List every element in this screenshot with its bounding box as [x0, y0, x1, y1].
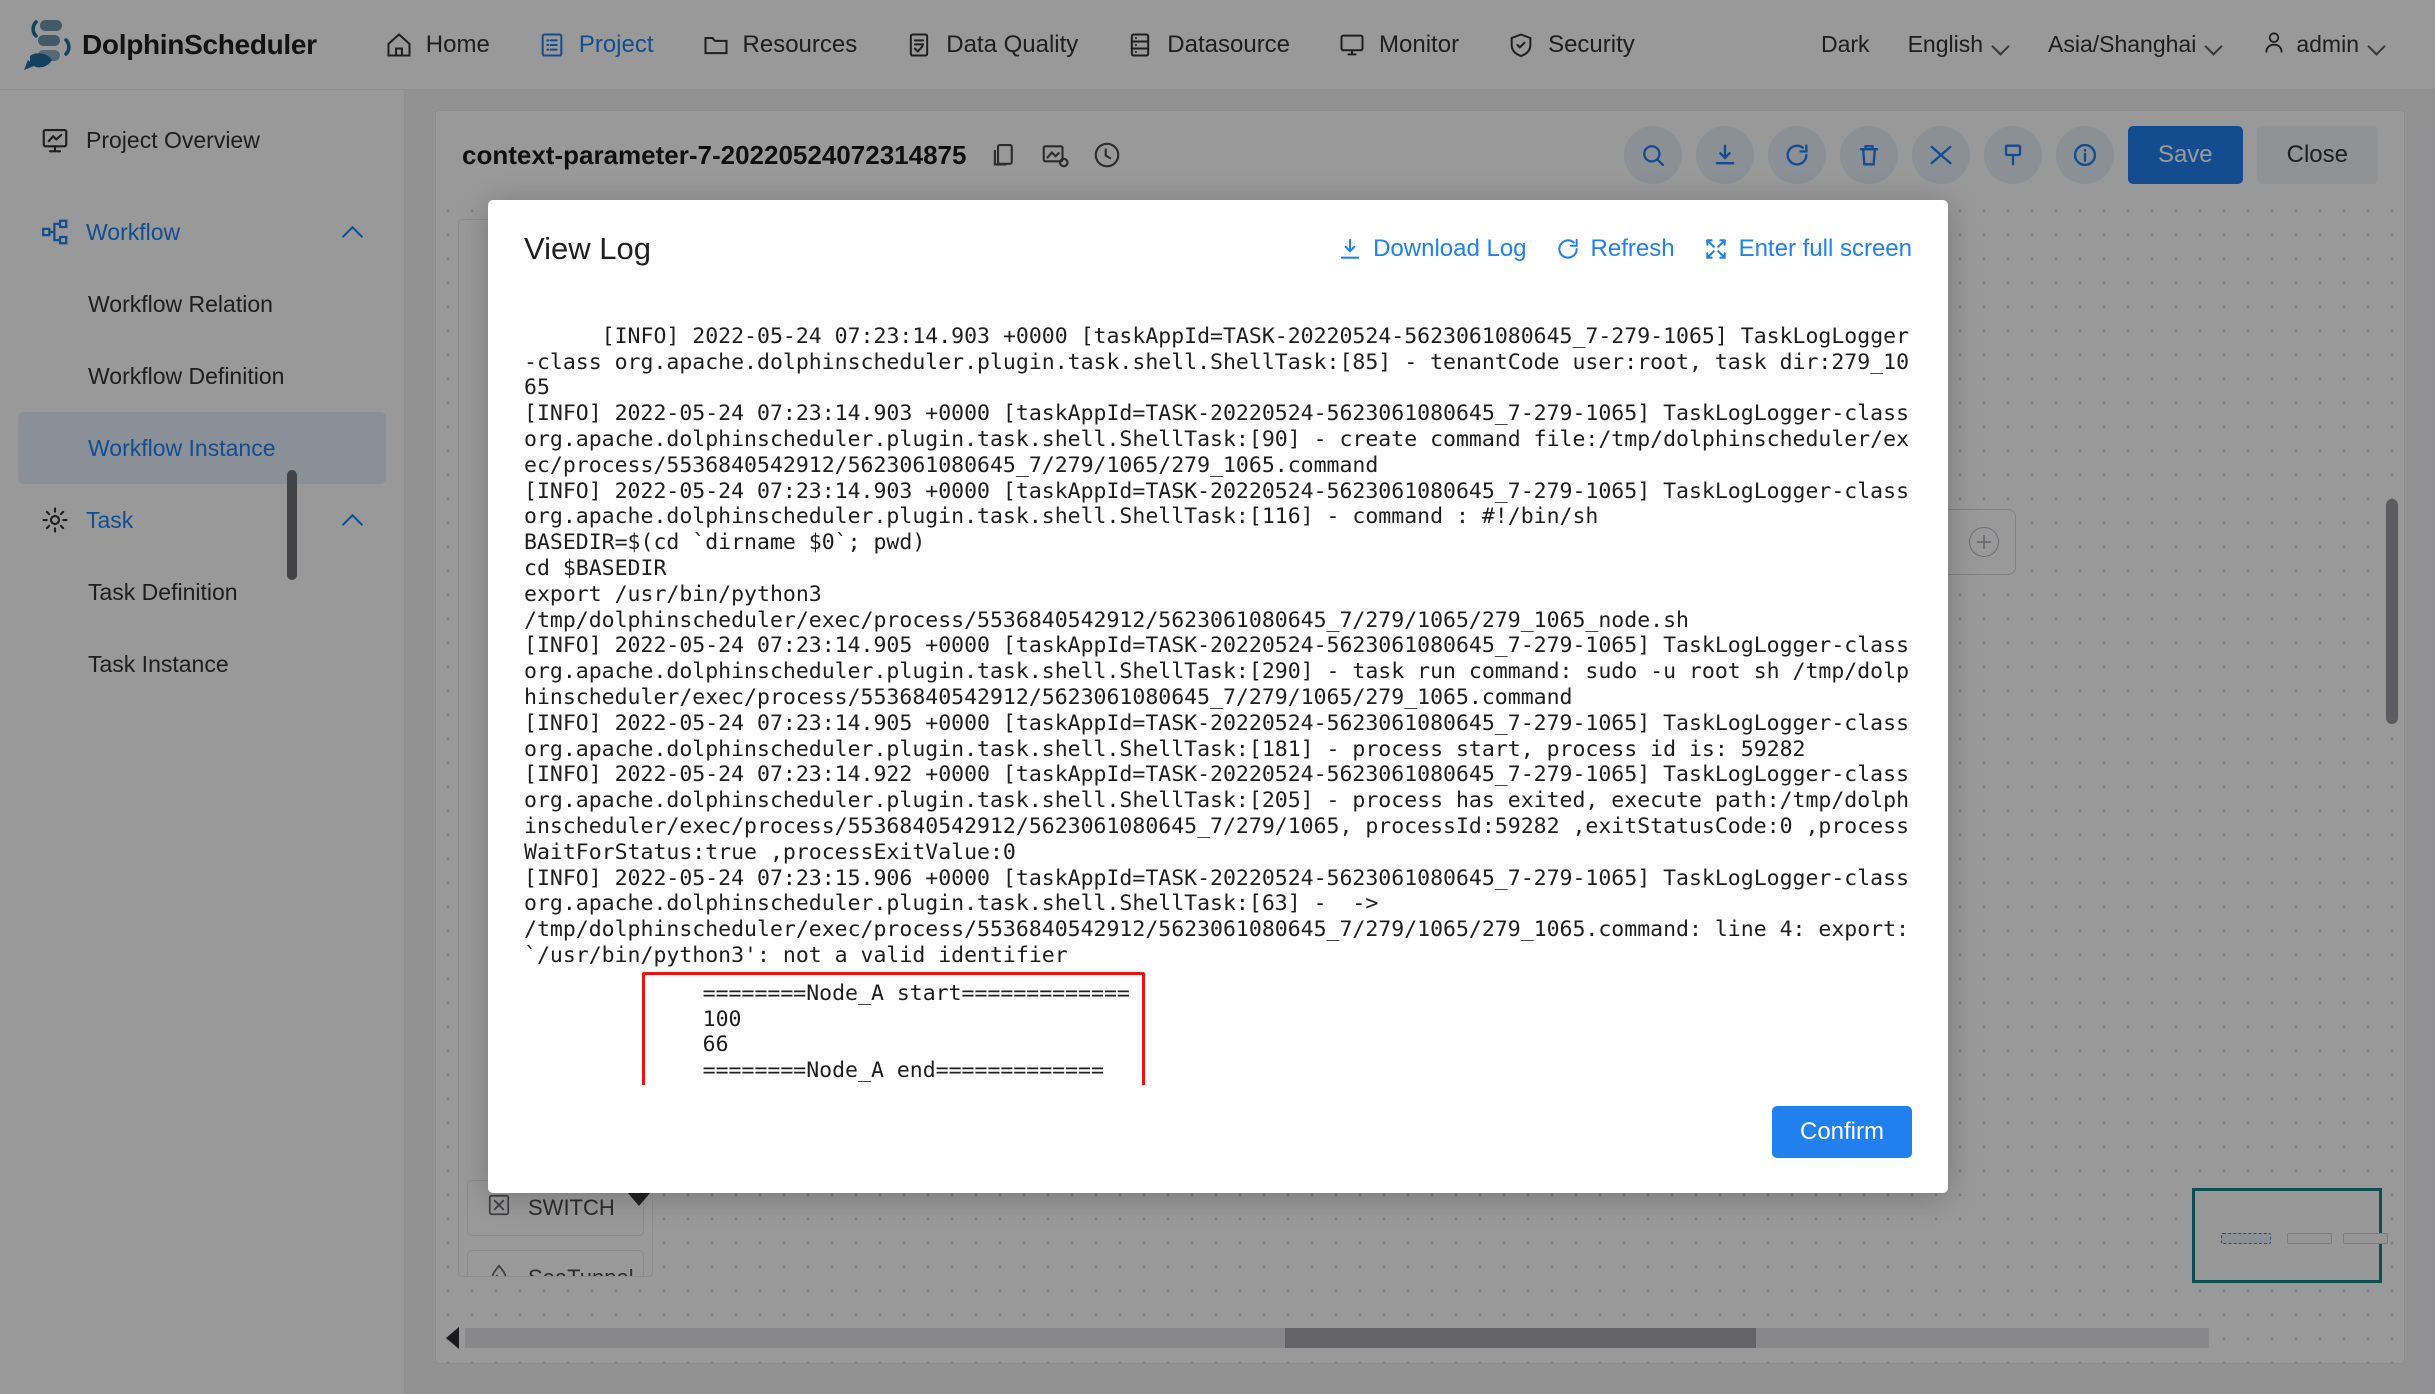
- action-label: Refresh: [1590, 235, 1675, 262]
- enter-full-screen-button[interactable]: Enter full screen: [1703, 235, 1912, 263]
- expand-icon: [1703, 236, 1729, 262]
- refresh-log-button[interactable]: Refresh: [1555, 235, 1675, 263]
- log-text: [INFO] 2022-05-24 07:23:14.903 +0000 [ta…: [524, 298, 1912, 1085]
- confirm-button[interactable]: Confirm: [1771, 1106, 1912, 1158]
- view-log-dialog: View Log Download Log Refresh Enter full…: [488, 200, 1948, 1193]
- log-segment-before: [INFO] 2022-05-24 07:23:14.903 +0000 [ta…: [524, 323, 1910, 968]
- dialog-header: View Log Download Log Refresh Enter full…: [488, 200, 1948, 298]
- dialog-footer: Confirm: [488, 1085, 1948, 1193]
- refresh-icon: [1555, 236, 1581, 262]
- log-highlighted-output: ========Node_A start============= 100 66…: [641, 971, 1145, 1085]
- dialog-title: View Log: [524, 231, 651, 266]
- dialog-header-actions: Download Log Refresh Enter full screen: [1337, 235, 1912, 263]
- log-content-area[interactable]: [INFO] 2022-05-24 07:23:14.903 +0000 [ta…: [488, 298, 1948, 1085]
- download-log-button[interactable]: Download Log: [1337, 235, 1527, 263]
- action-label: Download Log: [1373, 235, 1527, 262]
- action-label: Enter full screen: [1738, 235, 1912, 262]
- download-icon: [1337, 236, 1363, 262]
